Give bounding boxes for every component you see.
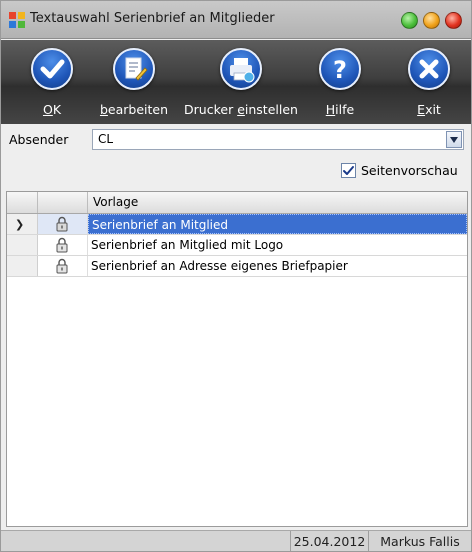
lock-icon xyxy=(56,237,68,253)
title-bar[interactable]: Textauswahl Serienbrief an Mitglieder xyxy=(1,1,471,39)
edit-button[interactable]: bearbeiten xyxy=(92,40,176,124)
row-indicator xyxy=(7,256,38,276)
absender-select[interactable]: CL xyxy=(92,129,464,150)
main-window: Textauswahl Serienbrief an Mitglieder OK xyxy=(0,0,472,552)
grid-header: Vorlage xyxy=(7,192,467,214)
column-header-label: Vorlage xyxy=(93,195,139,209)
printer-settings-button[interactable]: Drucker einstellen xyxy=(179,40,303,124)
minimize-button[interactable] xyxy=(401,12,418,29)
row-indicator xyxy=(7,235,38,255)
row-icon-cell xyxy=(38,256,88,276)
toolbar: OK bearbeiten Drucker einstellen ? Hilfe… xyxy=(1,40,471,124)
row-indicator: ❯ xyxy=(7,214,38,234)
status-user: Markus Fallis xyxy=(368,531,471,551)
edit-document-icon xyxy=(113,48,155,90)
checkmark-icon xyxy=(31,48,73,90)
table-row[interactable]: Serienbrief an Adresse eigenes Briefpapi… xyxy=(7,256,467,277)
vorlage-cell: Serienbrief an Mitglied xyxy=(88,214,467,234)
absender-value: CL xyxy=(98,132,114,146)
ok-label: OK xyxy=(42,102,62,117)
maximize-button[interactable] xyxy=(423,12,440,29)
seitenvorschau-label[interactable]: Seitenvorschau xyxy=(361,163,458,178)
exit-button[interactable]: Exit xyxy=(398,40,460,124)
ok-button[interactable]: OK xyxy=(21,40,83,124)
row-pointer-icon: ❯ xyxy=(15,218,25,231)
row-icon-cell xyxy=(38,214,88,234)
lock-icon xyxy=(56,216,68,232)
checkmark-icon xyxy=(343,166,354,175)
vorlage-grid[interactable]: Vorlage ❯ Serienbrief an Mitglied Serien… xyxy=(6,191,468,527)
header-icon-cell xyxy=(38,192,88,213)
close-window-button[interactable] xyxy=(445,12,462,29)
table-row[interactable]: ❯ Serienbrief an Mitglied xyxy=(7,214,467,235)
chevron-down-icon[interactable] xyxy=(446,131,462,148)
help-button[interactable]: ? Hilfe xyxy=(309,40,371,124)
question-icon: ? xyxy=(319,48,361,90)
help-label: Hilfe xyxy=(325,102,355,117)
header-indicator-cell xyxy=(7,192,38,213)
absender-label: Absender xyxy=(9,132,69,147)
row-icon-cell xyxy=(38,235,88,255)
absender-row: Absender CL xyxy=(1,125,471,155)
printer-settings-label: Drucker einstellen xyxy=(184,102,298,117)
exit-label: Exit xyxy=(417,102,441,117)
close-icon xyxy=(408,48,450,90)
window-title: Textauswahl Serienbrief an Mitglieder xyxy=(30,11,275,26)
vorlage-cell: Serienbrief an Mitglied mit Logo xyxy=(91,238,284,252)
column-header-vorlage[interactable]: Vorlage xyxy=(88,192,467,213)
app-icon xyxy=(9,12,25,28)
printer-icon xyxy=(220,48,262,90)
status-bar: 25.04.2012 Markus Fallis xyxy=(1,530,471,551)
edit-label: bearbeiten xyxy=(99,102,169,117)
table-row[interactable]: Serienbrief an Mitglied mit Logo xyxy=(7,235,467,256)
lock-icon xyxy=(56,258,68,274)
svg-text:?: ? xyxy=(333,56,347,84)
preview-row: Seitenvorschau xyxy=(1,158,471,186)
status-date: 25.04.2012 xyxy=(290,531,368,551)
vorlage-cell: Serienbrief an Adresse eigenes Briefpapi… xyxy=(91,259,348,273)
seitenvorschau-checkbox[interactable] xyxy=(341,163,356,178)
